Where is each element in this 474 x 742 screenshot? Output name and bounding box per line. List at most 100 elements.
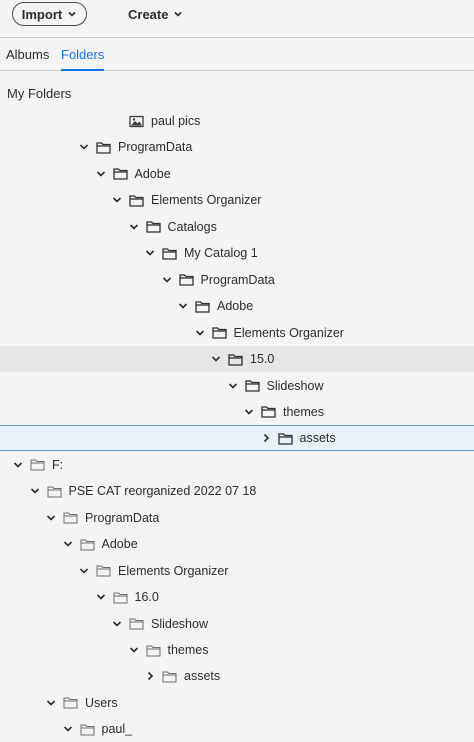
tree-row-label: Elements Organizer	[118, 563, 229, 578]
tab-bar: Albums Folders	[0, 38, 474, 71]
tree-row[interactable]: ProgramData	[0, 267, 474, 293]
tree-row[interactable]: ProgramData	[0, 505, 474, 531]
folder-icon	[162, 248, 177, 260]
folder-icon	[178, 274, 194, 286]
tree-row-label: Adobe	[134, 166, 171, 181]
collapse-toggle[interactable]	[29, 485, 41, 497]
tree-row-label: ProgramData	[118, 140, 193, 155]
tree-row[interactable]: themes	[0, 637, 474, 663]
chevron-down-icon	[13, 462, 23, 468]
tree-row[interactable]: 15.0	[0, 346, 474, 373]
tree-row[interactable]: ProgramData	[0, 134, 474, 160]
collapse-toggle[interactable]	[62, 538, 74, 550]
tree-row-label: themes	[283, 404, 324, 419]
tree-row[interactable]: Catalogs	[0, 214, 474, 240]
chevron-down-icon	[46, 700, 56, 706]
create-button-label: Create	[128, 6, 169, 22]
chevron-down-icon	[30, 488, 39, 494]
chevron-down-icon	[46, 515, 56, 521]
folder-icon	[145, 221, 161, 233]
tree-row-label: Users	[85, 695, 118, 710]
chevron-down-icon	[79, 568, 89, 574]
create-button[interactable]: Create	[128, 2, 183, 26]
chevron-down-icon	[63, 541, 72, 547]
chevron-down-icon	[68, 11, 76, 17]
tree-row-label: Elements Organizer	[151, 193, 262, 208]
tree-row[interactable]: Users	[0, 690, 474, 716]
folder-icon	[195, 300, 210, 313]
collapse-toggle[interactable]	[62, 723, 74, 735]
image-folder-icon	[129, 115, 144, 127]
folder-outline-icon	[96, 565, 111, 577]
tab-albums[interactable]: Albums	[6, 38, 49, 70]
tree-row[interactable]: Adobe	[0, 531, 474, 557]
chevron-right-icon	[147, 672, 154, 681]
collapse-toggle[interactable]	[243, 406, 255, 418]
collapse-toggle[interactable]	[95, 591, 107, 603]
tree-row-label: Adobe	[217, 299, 254, 314]
collapse-toggle[interactable]	[78, 565, 90, 577]
collapse-toggle[interactable]	[95, 168, 107, 180]
tree-row[interactable]: F:	[0, 452, 474, 478]
chevron-down-icon	[211, 356, 221, 362]
folder-outline-icon	[129, 618, 144, 630]
tree-row[interactable]: Elements Organizer	[0, 558, 474, 584]
collapse-toggle[interactable]	[128, 221, 140, 233]
toolbar: Import Create	[0, 0, 474, 38]
collapse-toggle[interactable]	[227, 380, 239, 392]
tree-row-label: paul_	[101, 722, 133, 737]
tree-row[interactable]: Adobe	[0, 293, 474, 319]
tree-row-label: Catalogs	[167, 219, 217, 234]
tree-row[interactable]: themes	[0, 399, 474, 425]
folder-icon	[112, 168, 128, 181]
chevron-down-icon	[195, 330, 204, 336]
collapse-toggle[interactable]	[177, 300, 189, 312]
folder-outline-icon	[162, 671, 177, 683]
collapse-toggle[interactable]	[144, 247, 156, 259]
expand-toggle[interactable]	[260, 432, 272, 444]
collapse-toggle[interactable]	[128, 644, 140, 656]
folder-outline-icon	[30, 459, 45, 471]
chevron-down-icon	[174, 11, 183, 17]
tree-row[interactable]: Adobe	[0, 161, 474, 187]
tree-row-label: paul pics	[151, 114, 201, 128]
folder-icon	[96, 142, 111, 154]
tree-row[interactable]: Elements Organizer	[0, 320, 474, 346]
folder-icon	[129, 195, 144, 207]
collapse-toggle[interactable]	[111, 618, 123, 630]
chevron-right-icon	[263, 434, 269, 443]
folder-icon	[228, 353, 243, 366]
expand-toggle[interactable]	[144, 670, 156, 682]
collapse-toggle[interactable]	[194, 327, 206, 339]
folder-outline-icon	[47, 486, 61, 498]
tree-row[interactable]: paul pics	[0, 108, 474, 134]
folder-icon	[211, 327, 227, 339]
tree-row[interactable]: PSE CAT reorganized 2022 07 18	[0, 478, 474, 504]
tree-row[interactable]: My Catalog 1	[0, 240, 474, 266]
tree-row[interactable]: paul_	[0, 716, 474, 742]
folder-icon	[277, 433, 293, 445]
tree-row[interactable]: Slideshow	[0, 373, 474, 399]
tree-row[interactable]: assets	[0, 663, 474, 689]
chevron-down-icon	[96, 594, 105, 600]
collapse-toggle[interactable]	[78, 141, 90, 153]
tree-row-label: Adobe	[101, 537, 138, 552]
chevron-down-icon	[96, 171, 105, 177]
folder-icon	[261, 406, 276, 419]
collapse-toggle[interactable]	[12, 459, 24, 471]
collapse-toggle[interactable]	[111, 194, 123, 206]
tree-row[interactable]: Elements Organizer	[0, 187, 474, 213]
tree-row[interactable]: assets	[0, 425, 474, 452]
collapse-toggle[interactable]	[45, 512, 57, 524]
collapse-toggle[interactable]	[210, 353, 222, 365]
tree-row[interactable]: 16.0	[0, 584, 474, 610]
tree-row-label: 15.0	[250, 352, 275, 367]
folder-outline-icon	[146, 645, 160, 656]
tree-row-label: My Catalog 1	[184, 246, 258, 261]
tree-row[interactable]: Slideshow	[0, 611, 474, 637]
collapse-toggle[interactable]	[45, 697, 57, 709]
chevron-down-icon	[244, 409, 254, 415]
tab-folders[interactable]: Folders	[61, 38, 105, 71]
import-button[interactable]: Import	[12, 2, 87, 26]
collapse-toggle[interactable]	[161, 274, 173, 286]
